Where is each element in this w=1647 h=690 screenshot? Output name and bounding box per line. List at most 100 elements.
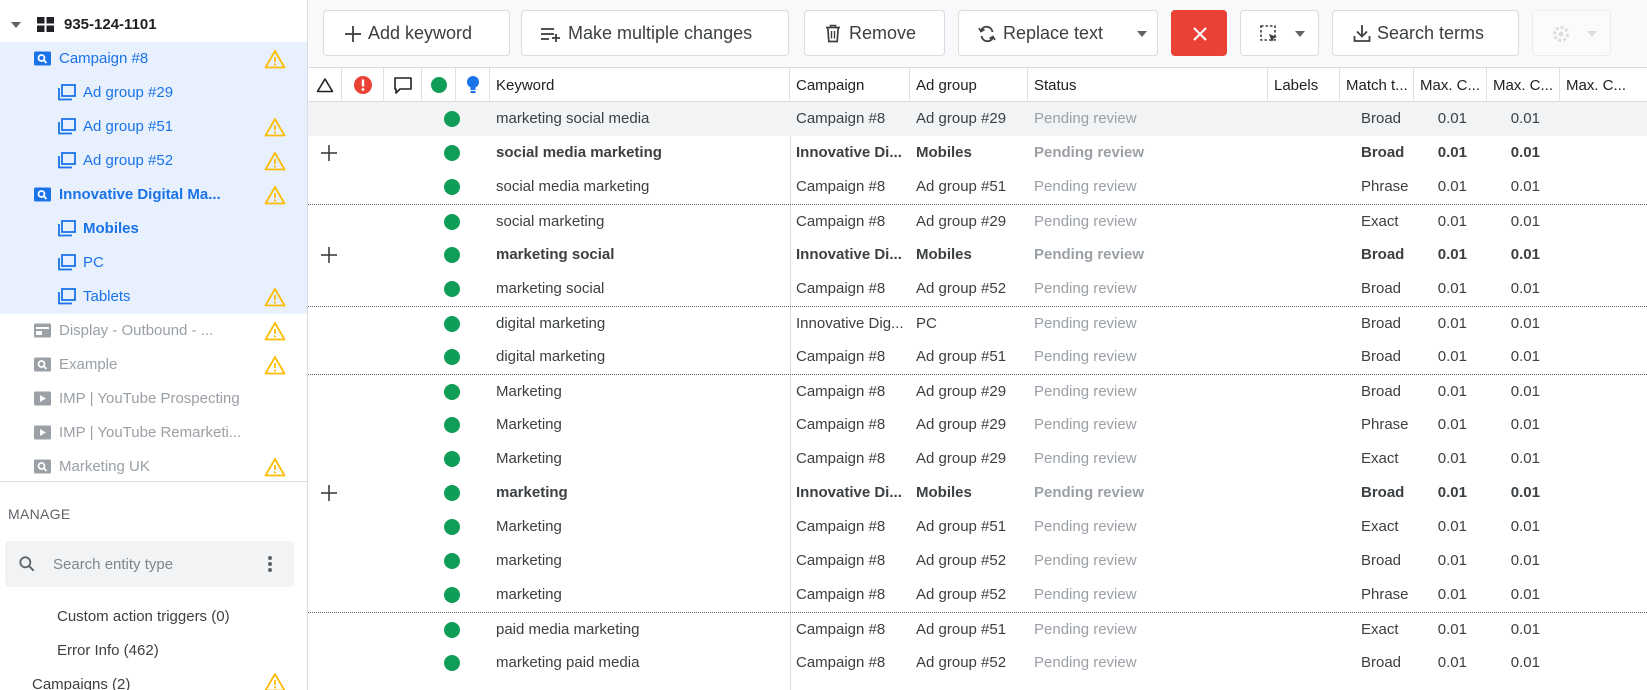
ad-group-cell[interactable]: Ad group #52 — [916, 544, 1026, 578]
match-type-cell[interactable]: Broad — [1361, 476, 1413, 510]
table-row[interactable]: Marketing Campaign #8 Ad group #29 Pending … — [308, 442, 1647, 476]
ad-group-cell[interactable]: Mobiles — [916, 136, 1026, 170]
campaign-cell[interactable]: Campaign #8 — [796, 646, 906, 680]
table-row[interactable]: marketing social Innovative Di... Mobiles P… — [308, 238, 1647, 272]
table-row[interactable]: marketing Innovative Di... Mobiles Pending … — [308, 476, 1647, 510]
error-info-link[interactable]: Error Info (462) — [57, 642, 159, 659]
keyword-cell[interactable]: marketing — [496, 544, 786, 578]
keyword-cell[interactable]: marketing paid media — [496, 646, 786, 680]
table-row[interactable]: marketing social Campaign #8 Ad group #52 P… — [308, 272, 1647, 306]
keyword-cell[interactable]: social media marketing — [496, 136, 786, 170]
campaign-cell[interactable]: Innovative Di... — [796, 238, 906, 272]
keyword-cell[interactable]: Marketing — [496, 408, 786, 442]
keyword-cell[interactable]: marketing social — [496, 238, 786, 272]
search-input[interactable] — [53, 551, 253, 577]
campaign-cell[interactable]: Campaign #8 — [796, 205, 906, 239]
max-cpc-cell[interactable]: 0.01 — [1416, 205, 1467, 239]
ad-group-cell[interactable]: Ad group #52 — [916, 578, 1026, 612]
tree-item[interactable]: Display - Outbound - ... — [0, 314, 307, 348]
replace-text-button[interactable]: Replace text — [958, 10, 1158, 56]
column-header-max-cpc-1[interactable]: Max. C... — [1414, 68, 1487, 102]
max-cpc-cell[interactable]: 0.01 — [1489, 170, 1540, 204]
keyword-cell[interactable]: marketing — [496, 476, 786, 510]
search-terms-button[interactable]: Search terms — [1332, 10, 1519, 56]
collapse-caret-icon[interactable] — [11, 22, 21, 28]
ad-group-cell[interactable]: PC — [916, 307, 1026, 341]
add-icon[interactable] — [320, 246, 338, 264]
column-header-max-cpc-3[interactable]: Max. C... — [1560, 68, 1647, 102]
entity-type-search[interactable] — [5, 541, 294, 587]
tree-item[interactable]: Mobiles — [0, 212, 307, 246]
max-cpc-cell[interactable]: 0.01 — [1416, 272, 1467, 306]
match-type-cell[interactable]: Broad — [1361, 102, 1413, 136]
remove-button[interactable]: Remove — [804, 10, 945, 56]
campaign-cell[interactable]: Campaign #8 — [796, 578, 906, 612]
ad-group-cell[interactable]: Ad group #29 — [916, 442, 1026, 476]
campaign-cell[interactable]: Campaign #8 — [796, 102, 906, 136]
column-header-campaign[interactable]: Campaign — [790, 68, 910, 102]
close-button[interactable] — [1171, 10, 1227, 56]
table-row[interactable]: paid media marketing Campaign #8 Ad group … — [308, 612, 1647, 646]
dropdown-arrow-icon[interactable] — [1587, 31, 1597, 37]
match-type-cell[interactable]: Broad — [1361, 375, 1413, 409]
add-icon[interactable] — [320, 484, 338, 502]
campaign-cell[interactable]: Campaign #8 — [796, 272, 906, 306]
max-cpc-cell[interactable]: 0.01 — [1489, 544, 1540, 578]
add-icon[interactable] — [320, 144, 338, 162]
max-cpc-cell[interactable]: 0.01 — [1416, 238, 1467, 272]
campaign-cell[interactable]: Campaign #8 — [796, 544, 906, 578]
table-row[interactable]: digital marketing Innovative Dig... PC Pend… — [308, 306, 1647, 340]
table-row[interactable]: marketing Campaign #8 Ad group #52 Pending … — [308, 544, 1647, 578]
table-row[interactable]: social media marketing Innovative Di... Mo… — [308, 136, 1647, 170]
max-cpc-cell[interactable]: 0.01 — [1489, 408, 1540, 442]
tree-item[interactable]: Marketing UK — [0, 450, 307, 484]
match-type-cell[interactable]: Broad — [1361, 544, 1413, 578]
column-header-status[interactable] — [422, 68, 456, 102]
match-type-cell[interactable]: Broad — [1361, 646, 1413, 680]
table-row[interactable]: marketing Campaign #8 Ad group #52 Pending … — [308, 578, 1647, 612]
max-cpc-cell[interactable]: 0.01 — [1489, 272, 1540, 306]
column-header-match-type[interactable]: Match t... — [1340, 68, 1414, 102]
max-cpc-cell[interactable]: 0.01 — [1489, 307, 1540, 341]
max-cpc-cell[interactable]: 0.01 — [1489, 238, 1540, 272]
max-cpc-cell[interactable]: 0.01 — [1416, 375, 1467, 409]
settings-dropdown-button[interactable] — [1532, 10, 1611, 56]
keyword-cell[interactable]: digital marketing — [496, 307, 786, 341]
ad-group-cell[interactable]: Ad group #51 — [916, 340, 1026, 374]
select-mode-button[interactable] — [1240, 10, 1319, 56]
campaigns-count-link[interactable]: Campaigns (2) — [32, 676, 130, 690]
tree-item[interactable]: Ad group #52 — [0, 144, 307, 178]
account-row[interactable]: 935-124-1101 — [0, 8, 307, 42]
max-cpc-cell[interactable]: 0.01 — [1489, 205, 1540, 239]
keyword-cell[interactable]: digital marketing — [496, 340, 786, 374]
ad-group-cell[interactable]: Ad group #29 — [916, 102, 1026, 136]
tree-item[interactable]: Ad group #29 — [0, 76, 307, 110]
campaign-cell[interactable]: Innovative Dig... — [796, 307, 906, 341]
custom-action-triggers-link[interactable]: Custom action triggers (0) — [57, 608, 230, 625]
match-type-cell[interactable]: Broad — [1361, 340, 1413, 374]
table-row[interactable]: Marketing Campaign #8 Ad group #29 Pending … — [308, 374, 1647, 408]
tree-item[interactable]: Campaign #8 — [0, 42, 307, 76]
ad-group-cell[interactable]: Ad group #29 — [916, 205, 1026, 239]
max-cpc-cell[interactable]: 0.01 — [1416, 578, 1467, 612]
ad-group-cell[interactable]: Mobiles — [916, 476, 1026, 510]
campaign-cell[interactable]: Campaign #8 — [796, 408, 906, 442]
ad-group-cell[interactable]: Ad group #29 — [916, 375, 1026, 409]
max-cpc-cell[interactable]: 0.01 — [1489, 646, 1540, 680]
column-header-comments[interactable] — [384, 68, 422, 102]
max-cpc-cell[interactable]: 0.01 — [1489, 578, 1540, 612]
column-header-keyword[interactable]: Keyword — [490, 68, 790, 102]
ad-group-cell[interactable]: Mobiles — [916, 238, 1026, 272]
keyword-cell[interactable]: Marketing — [496, 442, 786, 476]
dropdown-arrow-icon[interactable] — [1137, 31, 1147, 37]
campaign-cell[interactable]: Campaign #8 — [796, 340, 906, 374]
tree-item[interactable]: Ad group #51 — [0, 110, 307, 144]
column-header-recommendations[interactable] — [456, 68, 490, 102]
max-cpc-cell[interactable]: 0.01 — [1489, 476, 1540, 510]
match-type-cell[interactable]: Phrase — [1361, 578, 1413, 612]
more-vert-icon[interactable] — [267, 554, 273, 574]
match-type-cell[interactable]: Exact — [1361, 205, 1413, 239]
keyword-cell[interactable]: marketing social media — [496, 102, 786, 136]
column-header-errors[interactable] — [342, 68, 384, 102]
max-cpc-cell[interactable]: 0.01 — [1416, 408, 1467, 442]
